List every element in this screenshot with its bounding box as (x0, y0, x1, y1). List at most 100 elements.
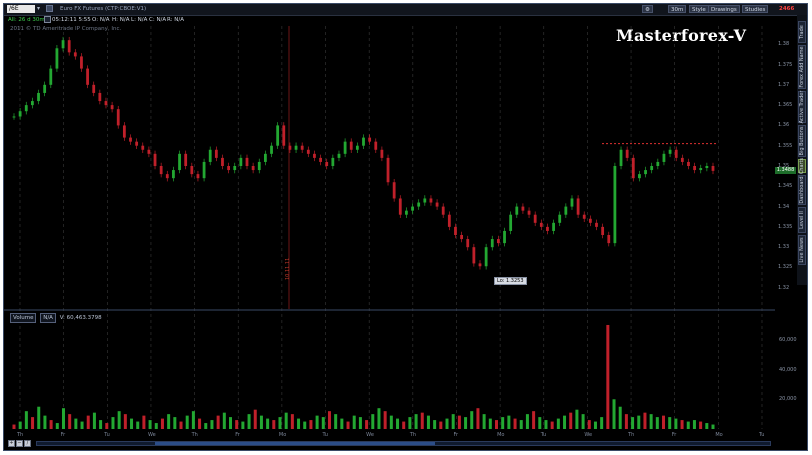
volume-bar (272, 420, 276, 429)
price-candle (515, 206, 519, 215)
volume-bar (278, 417, 282, 429)
volume-bar (575, 409, 579, 429)
price-candle (319, 157, 322, 162)
volume-bar (445, 418, 449, 429)
price-candle (711, 166, 715, 171)
volume-bar (105, 423, 109, 429)
volume-bar (86, 415, 90, 429)
volume-bar (655, 417, 659, 429)
volume-bar (587, 420, 591, 429)
side-tab-label: Charts (799, 157, 805, 175)
volume-bar (18, 421, 22, 429)
volume-bar (241, 421, 245, 429)
price-candle (564, 206, 568, 215)
volume-bar (167, 414, 171, 429)
volume-bar (358, 417, 362, 429)
price-candle (190, 166, 194, 175)
side-tab-charts[interactable]: Charts (798, 157, 806, 175)
price-candle (656, 161, 660, 166)
volume-bar (507, 415, 511, 429)
price-candle (208, 149, 212, 162)
price-candle (270, 145, 273, 154)
volume-bar (290, 414, 294, 429)
price-candle (546, 226, 549, 231)
price-candle (343, 141, 347, 154)
price-candle (454, 226, 457, 235)
volume-bar (563, 415, 567, 429)
price-tick-label: 1.34 (778, 203, 790, 210)
side-tab-big-buttons[interactable]: Big Buttons (798, 125, 806, 157)
volume-bar (111, 417, 115, 429)
scrollbar-thumb[interactable] (155, 442, 435, 445)
price-candle (184, 153, 188, 166)
zoom-out-button[interactable]: − (16, 440, 23, 447)
side-tab-trade[interactable]: Trade (798, 21, 806, 43)
price-candle (527, 210, 531, 215)
volume-bar (470, 411, 474, 429)
price-candle (441, 206, 445, 215)
side-tab-live-news[interactable]: Live News (798, 235, 806, 265)
side-tab-label: Active Trader (799, 90, 805, 124)
volume-header: Volume N/A V: 60,463.3798 (10, 313, 102, 323)
volume-bar (501, 417, 505, 429)
price-candle (18, 111, 22, 117)
volume-bar (222, 412, 226, 429)
side-tab-active-trader[interactable]: Active Trader (798, 91, 806, 123)
price-candle (386, 157, 390, 183)
zoom-in-button[interactable]: + (8, 440, 15, 447)
volume-bar (130, 418, 134, 429)
price-candle (503, 230, 506, 244)
volume-tick-label: 60,000 (779, 336, 797, 343)
price-candle (61, 40, 65, 49)
volume-bar (525, 414, 529, 429)
volume-bar (229, 417, 233, 429)
price-chart[interactable] (4, 4, 808, 451)
volume-bar (43, 415, 47, 429)
volume-title[interactable]: Volume (10, 313, 37, 323)
price-candle (135, 141, 139, 146)
price-candle (313, 153, 316, 158)
time-tick-label: We (584, 432, 593, 438)
price-candle (613, 166, 617, 244)
volume-bar (68, 414, 72, 429)
time-tick-label: Mo (497, 432, 505, 438)
price-candle (257, 161, 261, 171)
volume-bar (160, 418, 164, 429)
side-tab-level-ii[interactable]: Level II (798, 207, 806, 233)
price-candle (24, 105, 28, 112)
time-tick-label: Tu (104, 432, 110, 438)
volume-bar (154, 423, 158, 429)
price-candle (705, 166, 709, 169)
volume-bar (631, 417, 635, 429)
drawing-tool-button[interactable]: / (24, 440, 31, 447)
time-tick-label: Mo (278, 432, 287, 438)
price-candle (595, 222, 598, 227)
time-tick-label: Fr (235, 432, 240, 438)
price-candle (699, 168, 703, 171)
price-candle (601, 226, 605, 235)
price-candle (687, 161, 690, 166)
side-tab-label: Live News (799, 237, 805, 263)
chart-scrollbar[interactable] (36, 441, 771, 446)
volume-bar (606, 324, 610, 429)
volume-bar (680, 420, 684, 429)
volume-bar (389, 415, 393, 429)
side-tab-forex-add-name[interactable]: Forex Add Name (798, 45, 806, 89)
price-candle (325, 161, 329, 166)
volume-bar (649, 414, 653, 429)
price-candle (80, 56, 83, 69)
volume-bar (117, 411, 121, 429)
volume-bar (92, 412, 96, 429)
side-tab-dashboard[interactable]: Dashboard (798, 175, 806, 205)
price-candle (552, 222, 555, 231)
price-candle (355, 145, 359, 150)
price-candle (362, 137, 365, 146)
volume-bar (284, 412, 288, 429)
volume-bar (365, 420, 369, 429)
price-candle (625, 149, 629, 158)
volume-bar (55, 423, 59, 429)
volume-bar (699, 421, 703, 429)
price-candle (110, 105, 114, 110)
price-candle (417, 202, 421, 207)
time-tick-label: Fr (671, 432, 677, 438)
